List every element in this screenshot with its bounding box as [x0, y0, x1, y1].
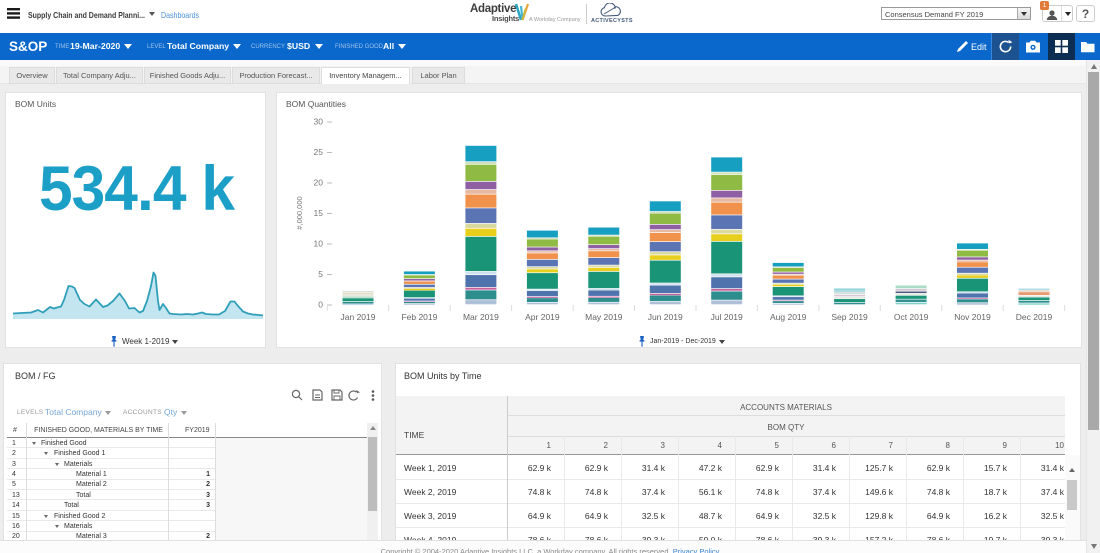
- svg-text:30: 30: [314, 117, 324, 127]
- svg-text:Jun 2019: Jun 2019: [648, 312, 683, 322]
- svg-text:May 2019: May 2019: [585, 312, 623, 322]
- svg-text:Jul 2019: Jul 2019: [711, 312, 743, 322]
- svg-text:Feb 2019: Feb 2019: [401, 312, 437, 322]
- svg-text:25: 25: [314, 147, 324, 157]
- svg-text:15: 15: [314, 208, 324, 218]
- svg-text:Sep 2019: Sep 2019: [831, 312, 868, 322]
- svg-text:#,000,000: #,000,000: [295, 196, 304, 229]
- svg-text:Aug 2019: Aug 2019: [770, 312, 807, 322]
- svg-text:Jan 2019: Jan 2019: [341, 312, 376, 322]
- svg-text:5: 5: [318, 269, 323, 279]
- svg-text:20: 20: [314, 178, 324, 188]
- svg-text:Apr 2019: Apr 2019: [525, 312, 560, 322]
- svg-text:Nov 2019: Nov 2019: [954, 312, 991, 322]
- svg-text:Dec 2019: Dec 2019: [1016, 312, 1053, 322]
- svg-text:Oct 2019: Oct 2019: [894, 312, 929, 322]
- svg-text:10: 10: [314, 239, 324, 249]
- svg-text:0: 0: [318, 300, 323, 310]
- svg-text:Mar 2019: Mar 2019: [463, 312, 499, 322]
